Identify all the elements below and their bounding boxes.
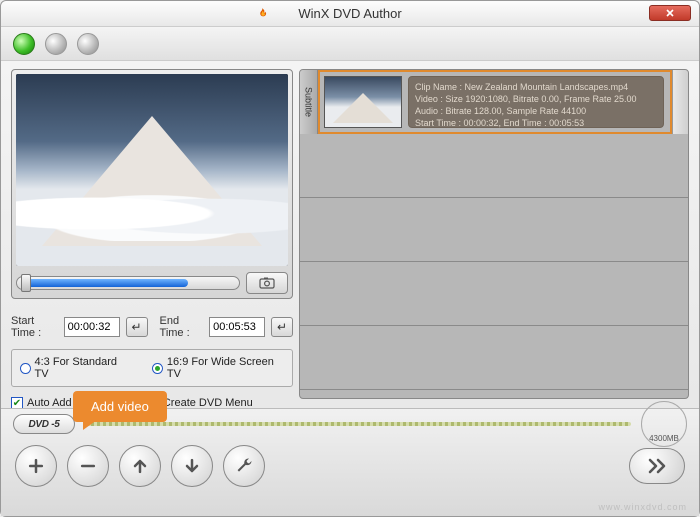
app-window: WinX DVD Author	[0, 0, 700, 517]
step-indicator-3[interactable]	[77, 33, 99, 55]
video-preview[interactable]	[16, 74, 288, 266]
clip-audio-info: Audio : Bitrate 128.00, Sample Rate 4410…	[415, 105, 657, 117]
action-button-row	[1, 439, 699, 487]
window-title: WinX DVD Author	[298, 6, 401, 21]
radio-icon	[152, 363, 163, 374]
step-toolbar	[1, 27, 699, 61]
aspect-ratio-group: 4:3 For Standard TV 16:9 For Wide Screen…	[11, 349, 293, 387]
clip-list-scrollbar[interactable]	[672, 70, 688, 134]
wrench-icon	[234, 456, 254, 476]
move-up-button[interactable]	[119, 445, 161, 487]
aspect-16-9-option[interactable]: 16:9 For Wide Screen TV	[152, 356, 284, 380]
enter-icon: ↵	[132, 320, 142, 334]
left-panel: Start Time : ↵ End Time : ↵ 4:3 For Stan…	[11, 69, 293, 399]
step-indicator-1[interactable]	[13, 33, 35, 55]
close-icon	[665, 8, 675, 18]
clip-info: Clip Name : New Zealand Mountain Landsca…	[408, 76, 664, 128]
minus-icon	[78, 456, 98, 476]
remove-button[interactable]	[67, 445, 109, 487]
clip-row-empty	[300, 198, 688, 262]
aspect-4-3-label: 4:3 For Standard TV	[35, 356, 129, 380]
bottom-bar: DVD -5 4300MB Add video www.winxdvd.com	[1, 408, 699, 516]
start-time-label: Start Time :	[11, 315, 58, 339]
end-time-label: End Time :	[160, 315, 204, 339]
close-button[interactable]	[649, 5, 691, 21]
add-video-tooltip: Add video	[73, 391, 167, 422]
disc-capacity-label: 4300MB	[649, 434, 679, 443]
aspect-16-9-label: 16:9 For Wide Screen TV	[167, 356, 284, 380]
clip-list[interactable]: Subtitle Clip Name : New Zealand Mountai…	[300, 70, 688, 398]
enter-icon: ↵	[277, 320, 287, 334]
double-chevron-right-icon	[646, 457, 668, 475]
end-time-apply[interactable]: ↵	[271, 317, 293, 337]
clip-row[interactable]: Clip Name : New Zealand Mountain Landsca…	[318, 70, 672, 134]
capacity-track	[85, 422, 631, 426]
radio-icon	[20, 363, 31, 374]
next-button[interactable]	[629, 448, 685, 484]
titlebar: WinX DVD Author	[1, 1, 699, 27]
clip-video-info: Video : Size 1920:1080, Bitrate 0.00, Fr…	[415, 93, 657, 105]
footer-url: www.winxdvd.com	[598, 502, 687, 512]
app-icon	[255, 7, 269, 21]
settings-button[interactable]	[223, 445, 265, 487]
end-time-input[interactable]	[209, 317, 265, 337]
clip-row-empty	[300, 134, 688, 198]
disc-capacity-indicator: 4300MB	[641, 401, 687, 447]
move-down-button[interactable]	[171, 445, 213, 487]
start-time-apply[interactable]: ↵	[126, 317, 148, 337]
clip-name: Clip Name : New Zealand Mountain Landsca…	[415, 81, 657, 93]
time-row: Start Time : ↵ End Time : ↵	[11, 315, 293, 339]
add-button[interactable]	[15, 445, 57, 487]
step-indicator-2[interactable]	[45, 33, 67, 55]
arrow-down-icon	[182, 456, 202, 476]
clip-list-panel: Subtitle Clip Name : New Zealand Mountai…	[299, 69, 689, 399]
snapshot-button[interactable]	[246, 272, 288, 294]
arrow-up-icon	[130, 456, 150, 476]
seek-slider[interactable]	[16, 276, 240, 290]
clip-time-info: Start Time : 00:00:32, End Time : 00:05:…	[415, 117, 657, 129]
main-content: Start Time : ↵ End Time : ↵ 4:3 For Stan…	[1, 61, 699, 401]
camera-icon	[259, 277, 275, 289]
dvd-type-selector[interactable]: DVD -5	[13, 414, 75, 434]
plus-icon	[26, 456, 46, 476]
capacity-row: DVD -5 4300MB Add video	[1, 409, 699, 439]
aspect-4-3-option[interactable]: 4:3 For Standard TV	[20, 356, 128, 380]
start-time-input[interactable]	[64, 317, 120, 337]
clip-row-empty	[300, 326, 688, 390]
preview-frame	[11, 69, 293, 299]
clip-row-empty	[300, 262, 688, 326]
clip-thumbnail	[324, 76, 402, 128]
subtitle-tab[interactable]: Subtitle	[300, 70, 318, 134]
